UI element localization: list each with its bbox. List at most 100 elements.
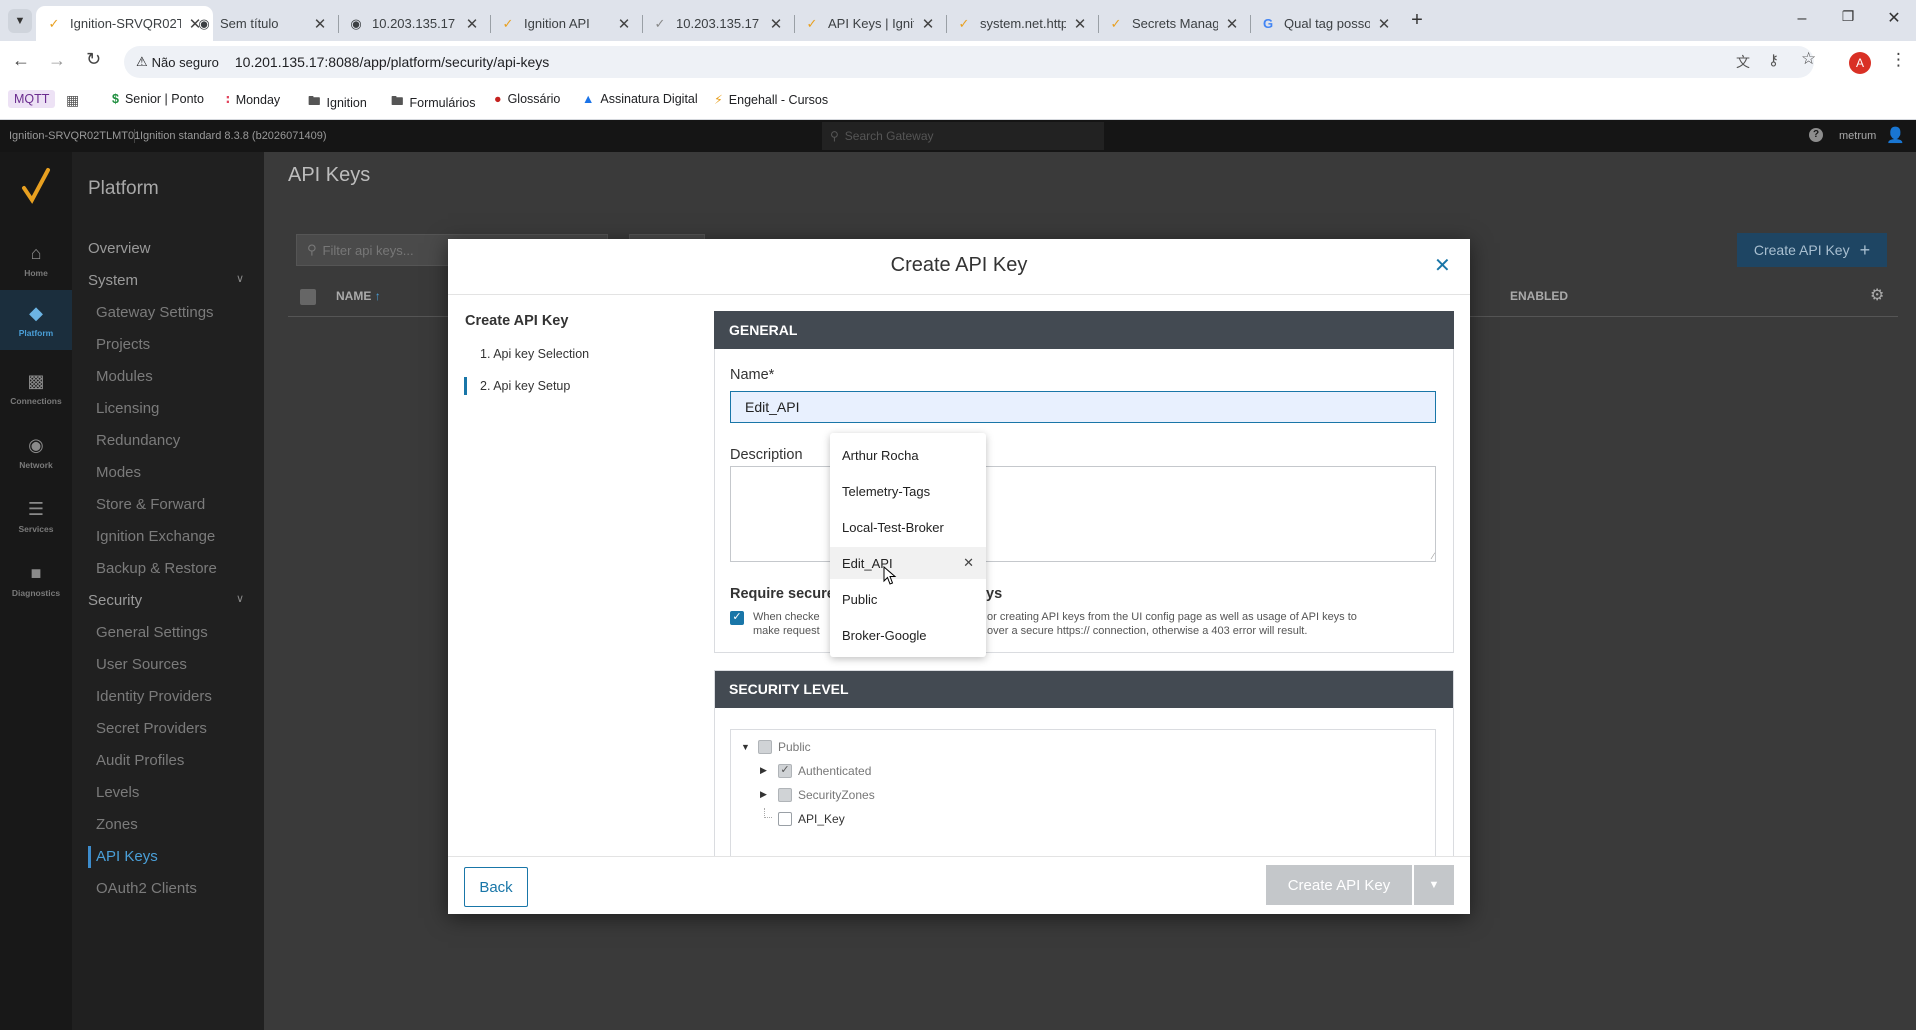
- rail-home[interactable]: ⌂ Home: [0, 242, 72, 278]
- new-tab-button[interactable]: +: [1405, 9, 1429, 33]
- caret-down-icon[interactable]: ▼: [741, 742, 750, 752]
- tree-label-securityzones[interactable]: SecurityZones: [798, 788, 875, 802]
- menu-icon[interactable]: ⋮: [1890, 50, 1907, 70]
- bookmark-mqtt[interactable]: MQTT: [8, 90, 56, 108]
- close-icon[interactable]: ✕: [1072, 15, 1088, 33]
- close-icon[interactable]: ✕: [920, 15, 936, 33]
- nav-gateway-settings[interactable]: Gateway Settings: [96, 304, 214, 321]
- bookmark-senior[interactable]: $ Senior | Ponto: [112, 92, 204, 106]
- bookmark-glossario[interactable]: ● Glossário: [494, 92, 560, 106]
- nav-projects[interactable]: Projects: [96, 336, 150, 353]
- nav-ignition-exchange[interactable]: Ignition Exchange: [96, 528, 215, 545]
- minimize-button[interactable]: –: [1792, 10, 1812, 30]
- resize-handle-icon[interactable]: ∕: [1432, 551, 1434, 561]
- bookmark-engehall[interactable]: ⚡ Engehall - Cursos: [714, 92, 828, 108]
- browser-tab[interactable]: ◉ 10.203.135.17 ✕: [338, 6, 490, 41]
- password-key-icon[interactable]: ⚷: [1768, 51, 1779, 69]
- close-icon[interactable]: ✕: [1376, 15, 1392, 33]
- close-window-button[interactable]: ✕: [1884, 8, 1904, 28]
- rail-services[interactable]: ☰ Services: [0, 498, 72, 534]
- user-icon[interactable]: 👤: [1886, 126, 1905, 144]
- forward-arrow-icon[interactable]: →: [48, 50, 66, 71]
- translate-icon[interactable]: 文: [1736, 52, 1750, 72]
- autocomplete-item[interactable]: Broker-Google: [830, 619, 986, 651]
- chevron-down-icon[interactable]: ∨: [236, 592, 244, 605]
- nav-identity-providers[interactable]: Identity Providers: [96, 688, 212, 705]
- back-arrow-icon[interactable]: ←: [12, 50, 30, 71]
- step-api-key-selection[interactable]: 1. Api key Selection: [480, 347, 589, 361]
- tree-label-public[interactable]: Public: [778, 740, 811, 754]
- close-icon[interactable]: ✕: [768, 15, 784, 33]
- nav-oauth2-clients[interactable]: OAuth2 Clients: [96, 880, 197, 897]
- nav-store-forward[interactable]: Store & Forward: [96, 496, 205, 513]
- tree-checkbox-public[interactable]: [758, 740, 772, 754]
- create-api-key-button[interactable]: Create API Key +: [1737, 233, 1887, 267]
- rail-connections[interactable]: ▩ Connections: [0, 370, 72, 406]
- require-secure-checkbox[interactable]: ✓: [730, 611, 744, 625]
- back-button[interactable]: Back: [464, 867, 528, 907]
- caret-right-icon[interactable]: ▶: [760, 789, 767, 800]
- rail-network[interactable]: ◉ Network: [0, 434, 72, 470]
- nav-overview[interactable]: Overview: [88, 240, 151, 257]
- autocomplete-item-highlighted[interactable]: Edit_API ✕: [830, 547, 986, 579]
- nav-levels[interactable]: Levels: [96, 784, 139, 801]
- name-input[interactable]: Edit_API: [730, 391, 1436, 423]
- nav-audit-profiles[interactable]: Audit Profiles: [96, 752, 184, 769]
- autocomplete-item[interactable]: Arthur Rocha: [830, 439, 986, 471]
- nav-user-sources[interactable]: User Sources: [96, 656, 187, 673]
- reload-icon[interactable]: ↻: [86, 49, 101, 70]
- autocomplete-item[interactable]: Public: [830, 583, 986, 615]
- browser-tab[interactable]: ✓ Ignition API ✕: [490, 6, 642, 41]
- column-enabled[interactable]: ENABLED: [1510, 289, 1568, 303]
- star-icon[interactable]: ☆: [1801, 49, 1816, 69]
- browser-tab[interactable]: G Qual tag posso usar p ✕: [1250, 6, 1402, 41]
- chevron-down-icon[interactable]: ∨: [236, 272, 244, 285]
- close-icon[interactable]: ✕: [464, 15, 480, 33]
- browser-tab[interactable]: ✓ Secrets Management ✕: [1098, 6, 1250, 41]
- tree-checkbox-api-key[interactable]: [778, 812, 792, 826]
- bookmark-monday[interactable]: ∶ Monday: [226, 92, 280, 108]
- column-name[interactable]: NAME ↑: [336, 289, 381, 303]
- tree-checkbox-securityzones[interactable]: [778, 788, 792, 802]
- tab-search-button[interactable]: ▼: [8, 9, 32, 33]
- rail-diagnostics[interactable]: ■ Diagnostics: [0, 562, 72, 598]
- browser-tab[interactable]: ✓ 10.203.135.17 ✕: [642, 6, 794, 41]
- gear-icon[interactable]: ⚙: [1870, 285, 1884, 305]
- help-icon[interactable]: ?: [1809, 128, 1823, 142]
- nav-modes[interactable]: Modes: [96, 464, 141, 481]
- url-text[interactable]: 10.201.135.17:8088/app/platform/security…: [235, 54, 549, 70]
- avatar[interactable]: A: [1849, 52, 1871, 74]
- bookmark-ignition[interactable]: 🖿 Ignition: [308, 92, 367, 113]
- browser-tab[interactable]: ✓ API Keys | Ignition Us ✕: [794, 6, 946, 41]
- create-options-dropdown-button[interactable]: ▼: [1414, 865, 1454, 905]
- nav-redundancy[interactable]: Redundancy: [96, 432, 180, 449]
- bookmark-formularios[interactable]: 🖿 Formulários: [391, 92, 476, 113]
- apps-grid-icon[interactable]: ▦: [66, 92, 79, 109]
- browser-tab[interactable]: ✓ system.net.httpClient ✕: [946, 6, 1098, 41]
- address-bar[interactable]: ⚠ Não seguro 10.201.135.17:8088/app/plat…: [124, 46, 1814, 78]
- nav-zones[interactable]: Zones: [96, 816, 138, 833]
- nav-modules[interactable]: Modules: [96, 368, 153, 385]
- create-api-key-submit-button[interactable]: Create API Key: [1266, 865, 1412, 905]
- step-api-key-setup[interactable]: 2. Api key Setup: [480, 379, 570, 393]
- caret-right-icon[interactable]: ▶: [760, 765, 767, 776]
- autocomplete-item[interactable]: Telemetry-Tags: [830, 475, 986, 507]
- close-icon[interactable]: ✕: [616, 15, 632, 33]
- nav-secret-providers[interactable]: Secret Providers: [96, 720, 207, 737]
- tree-checkbox-authenticated[interactable]: ✓: [778, 764, 792, 778]
- tree-label-authenticated[interactable]: Authenticated: [798, 764, 871, 778]
- gateway-search-input[interactable]: ⚲ Search Gateway: [822, 122, 1104, 150]
- bookmark-assinatura[interactable]: ▲ Assinatura Digital: [582, 92, 698, 106]
- nav-api-keys[interactable]: API Keys: [96, 848, 158, 865]
- browser-tab[interactable]: ◉ Sem título ✕: [186, 6, 338, 41]
- close-icon[interactable]: ✕: [1224, 15, 1240, 33]
- tree-label-api-key[interactable]: API_Key: [798, 812, 845, 826]
- nav-backup-restore[interactable]: Backup & Restore: [96, 560, 217, 577]
- restore-button[interactable]: ❐: [1838, 8, 1858, 28]
- nav-security[interactable]: Security: [88, 592, 142, 609]
- remove-entry-icon[interactable]: ✕: [963, 555, 974, 571]
- select-all-checkbox[interactable]: [300, 289, 316, 305]
- rail-platform[interactable]: ◆ Platform: [0, 290, 72, 350]
- autocomplete-item[interactable]: Local-Test-Broker: [830, 511, 986, 543]
- nav-general-settings[interactable]: General Settings: [96, 624, 208, 641]
